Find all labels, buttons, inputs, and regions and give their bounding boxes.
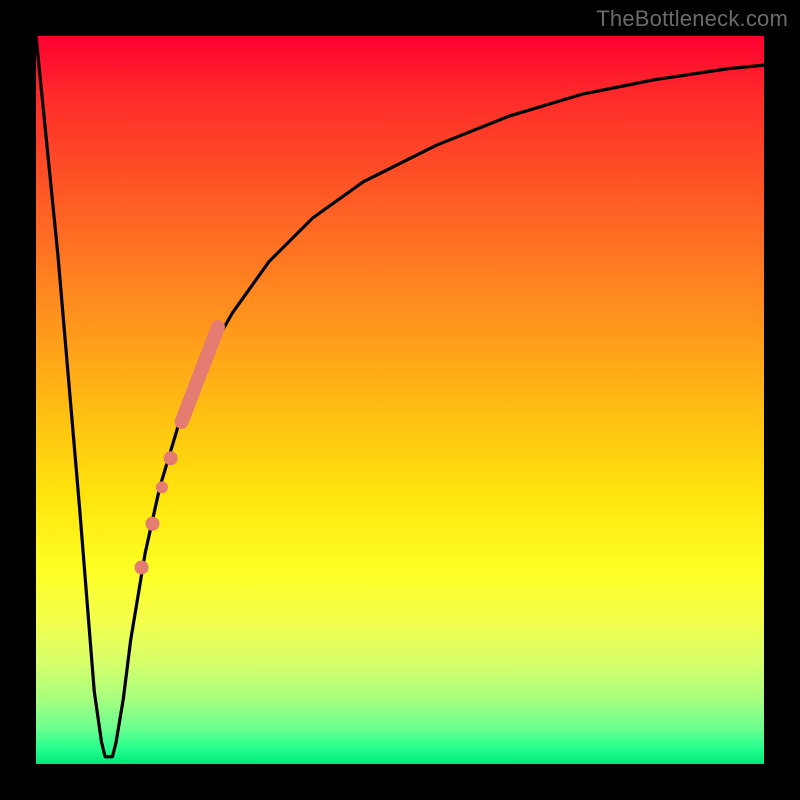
marker-dot (145, 517, 159, 531)
marker-dot (135, 560, 149, 574)
chart-frame: TheBottleneck.com (0, 0, 800, 800)
marker-dot (156, 481, 168, 493)
watermark-text: TheBottleneck.com (596, 6, 788, 32)
curve-layer (36, 36, 764, 757)
chart-svg (36, 36, 764, 764)
plot-area (36, 36, 764, 764)
bottleneck-curve (36, 36, 764, 757)
marker-segment (182, 327, 218, 422)
marker-dot (164, 451, 178, 465)
